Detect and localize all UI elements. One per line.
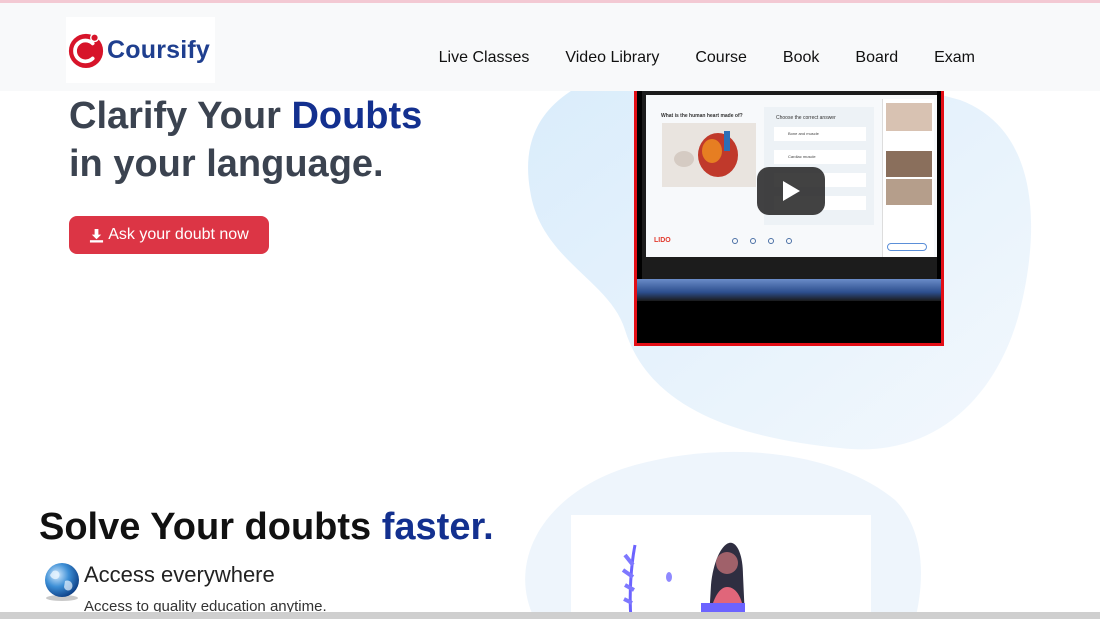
pen-icon <box>768 238 774 244</box>
logo[interactable]: Coursify <box>66 17 215 83</box>
horizontal-scrollbar[interactable] <box>0 612 1100 619</box>
emoji-icon <box>786 238 792 244</box>
hero-title-line2: in your language. <box>69 143 384 185</box>
nav-course[interactable]: Course <box>695 49 747 67</box>
play-icon <box>783 181 800 201</box>
ask-doubt-button[interactable]: Ask your doubt now <box>69 216 269 254</box>
nav-board[interactable]: Board <box>855 49 898 67</box>
globe-icon <box>45 563 79 601</box>
participant-video-3 <box>886 179 932 205</box>
section-title-part1: Solve Your doubts <box>39 506 382 548</box>
main-nav: Live Classes Video Library Course Book B… <box>439 49 975 67</box>
hero-title-part1: Clarify Your <box>69 95 292 137</box>
feature-title: Access everywhere <box>84 562 275 587</box>
laptop-base <box>637 279 941 301</box>
navbar: Coursify Live Classes Video Library Cour… <box>0 3 1100 91</box>
participants-panel <box>882 99 934 257</box>
heart-image <box>662 123 756 187</box>
hero-title-highlight: Doubts <box>291 95 423 137</box>
answer-option-1: Bone and muscle <box>774 127 866 141</box>
participant-video-1 <box>886 103 932 131</box>
app-toolbar <box>732 238 792 244</box>
live-help-pill <box>887 243 927 251</box>
app-brand: LIDO <box>654 237 671 244</box>
reading-illustration <box>571 515 871 619</box>
nav-video-library[interactable]: Video Library <box>565 49 659 67</box>
play-button[interactable] <box>757 167 825 215</box>
nav-exam[interactable]: Exam <box>934 49 975 67</box>
answer-option-2: Cardiac muscle <box>774 150 866 164</box>
nav-live-classes[interactable]: Live Classes <box>439 49 530 67</box>
question-text: What is the human heart made of? <box>661 113 743 119</box>
intro-video[interactable]: What is the human heart made of? Choose … <box>634 91 944 346</box>
zoom-icon <box>750 238 756 244</box>
download-icon <box>90 228 104 243</box>
hand-icon <box>732 238 738 244</box>
section-title: Solve Your doubts faster. <box>39 506 494 549</box>
coursify-logo-icon <box>68 33 104 69</box>
page: Coursify Live Classes Video Library Cour… <box>0 0 1100 619</box>
nav-book[interactable]: Book <box>783 49 819 67</box>
participant-video-2 <box>886 151 932 177</box>
hero-title: Clarify Your Doubts in your language. <box>69 92 422 188</box>
ask-doubt-label: Ask your doubt now <box>108 226 249 243</box>
logo-text: Coursify <box>107 35 211 64</box>
answer-header: Choose the correct answer <box>776 115 836 121</box>
person-reading-illustration <box>621 542 745 619</box>
section-title-highlight: faster. <box>381 506 494 548</box>
